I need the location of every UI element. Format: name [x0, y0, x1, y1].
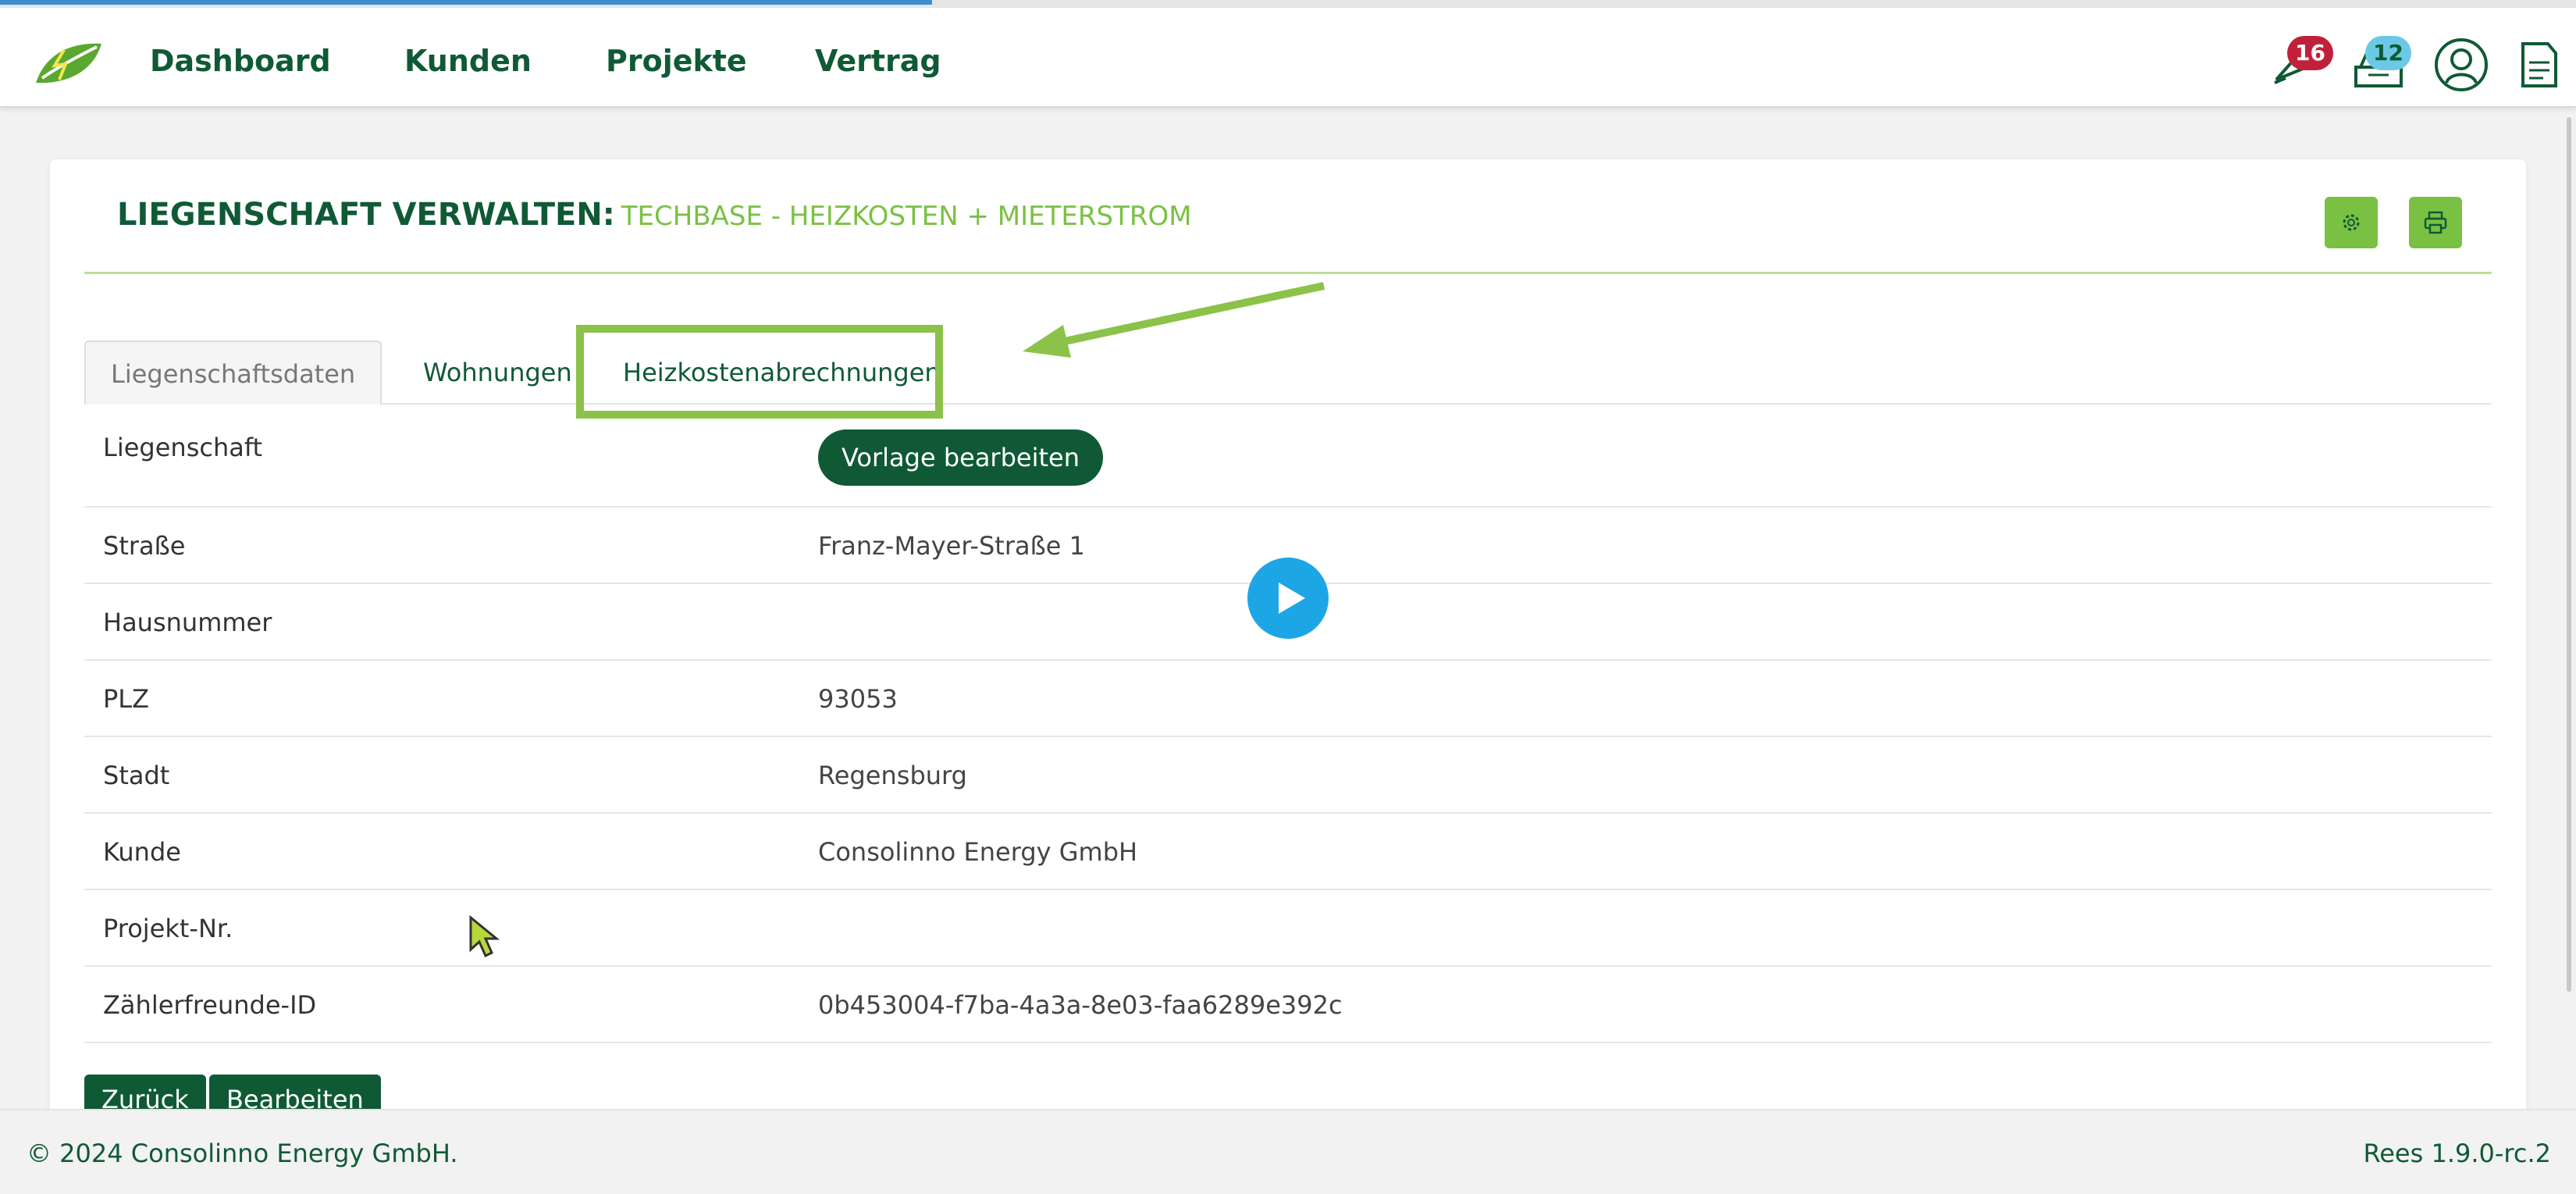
- tab-wohnungen[interactable]: Wohnungen: [398, 340, 597, 405]
- print-button[interactable]: [2409, 197, 2462, 248]
- settings-gear-icon: [2343, 214, 2360, 231]
- page-footer: © 2024 Consolinno Energy GmbH. Rees 1.9.…: [0, 1109, 2576, 1194]
- row-label: Stadt: [103, 761, 170, 790]
- row-label: Projekt-Nr.: [103, 914, 233, 943]
- page-title: LIEGENSCHAFT VERWALTEN: TECHBASE - HEIZKO…: [117, 197, 1192, 233]
- edit-template-button[interactable]: Vorlage bearbeiten: [818, 429, 1103, 486]
- row-label: Kunde: [103, 837, 181, 867]
- detail-row-plz: PLZ 93053: [84, 661, 2492, 737]
- top-navbar: Dashboard Kunden Projekte Vertrag 16 12: [0, 8, 2576, 108]
- version-text: Rees 1.9.0-rc.2: [2363, 1139, 2551, 1168]
- row-label: PLZ: [103, 684, 150, 714]
- property-name: TECHBASE - HEIZKOSTEN + MIETERSTROM: [621, 201, 1192, 232]
- detail-row-kunde: Kunde Consolinno Energy GmbH: [84, 814, 2492, 890]
- nav-dashboard[interactable]: Dashboard: [150, 44, 331, 78]
- detail-row-projekt-nr: Projekt-Nr.: [84, 890, 2492, 967]
- copyright-text: © 2024 Consolinno Energy GmbH.: [27, 1139, 458, 1168]
- detail-row-zaehlerfreunde-id: Zählerfreunde-ID 0b453004-f7ba-4a3a-8e03…: [84, 967, 2492, 1043]
- leaf-logo-icon[interactable]: [31, 39, 106, 86]
- row-label: Zählerfreunde-ID: [103, 990, 317, 1020]
- nav-vertrag[interactable]: Vertrag: [815, 44, 941, 78]
- title-label: LIEGENSCHAFT VERWALTEN:: [117, 197, 615, 233]
- detail-row-stadt: Stadt Regensburg: [84, 737, 2492, 814]
- row-label: Straße: [103, 531, 186, 561]
- nav-kunden[interactable]: Kunden: [404, 44, 532, 78]
- notification-count-badge: 16: [2287, 36, 2333, 70]
- page-scrollbar[interactable]: [2567, 117, 2571, 992]
- row-value: 93053: [818, 684, 898, 714]
- row-value: Consolinno Energy GmbH: [818, 837, 1138, 867]
- document-icon[interactable]: [2509, 36, 2567, 94]
- video-play-button[interactable]: [1247, 558, 1329, 639]
- tab-liegenschaftsdaten[interactable]: Liegenschaftsdaten: [84, 340, 382, 405]
- title-divider: [84, 272, 2492, 274]
- loading-progress: [0, 0, 932, 5]
- message-count-badge: 12: [2365, 36, 2411, 70]
- row-label: Hausnummer: [103, 608, 272, 637]
- browser-top-strip: [0, 0, 2576, 8]
- property-card: LIEGENSCHAFT VERWALTEN: TECHBASE - HEIZKO…: [50, 159, 2526, 1128]
- nav-projekte[interactable]: Projekte: [606, 44, 747, 78]
- play-icon: [1279, 583, 1305, 614]
- tab-highlight-annotation: [576, 325, 943, 419]
- row-value: Franz-Mayer-Straße 1: [818, 531, 1085, 561]
- settings-button[interactable]: [2325, 197, 2378, 248]
- printer-icon: [2424, 211, 2447, 234]
- detail-row-liegenschaft: Liegenschaft Vorlage bearbeiten: [84, 409, 2492, 508]
- user-account-icon[interactable]: [2432, 36, 2490, 94]
- annotation-arrow-icon: [1023, 282, 1325, 358]
- row-value: Regensburg: [818, 761, 967, 790]
- mouse-cursor-icon: [469, 915, 500, 958]
- row-value: 0b453004-f7ba-4a3a-8e03-faa6289e392c: [818, 990, 1343, 1020]
- row-label: Liegenschaft: [103, 433, 263, 462]
